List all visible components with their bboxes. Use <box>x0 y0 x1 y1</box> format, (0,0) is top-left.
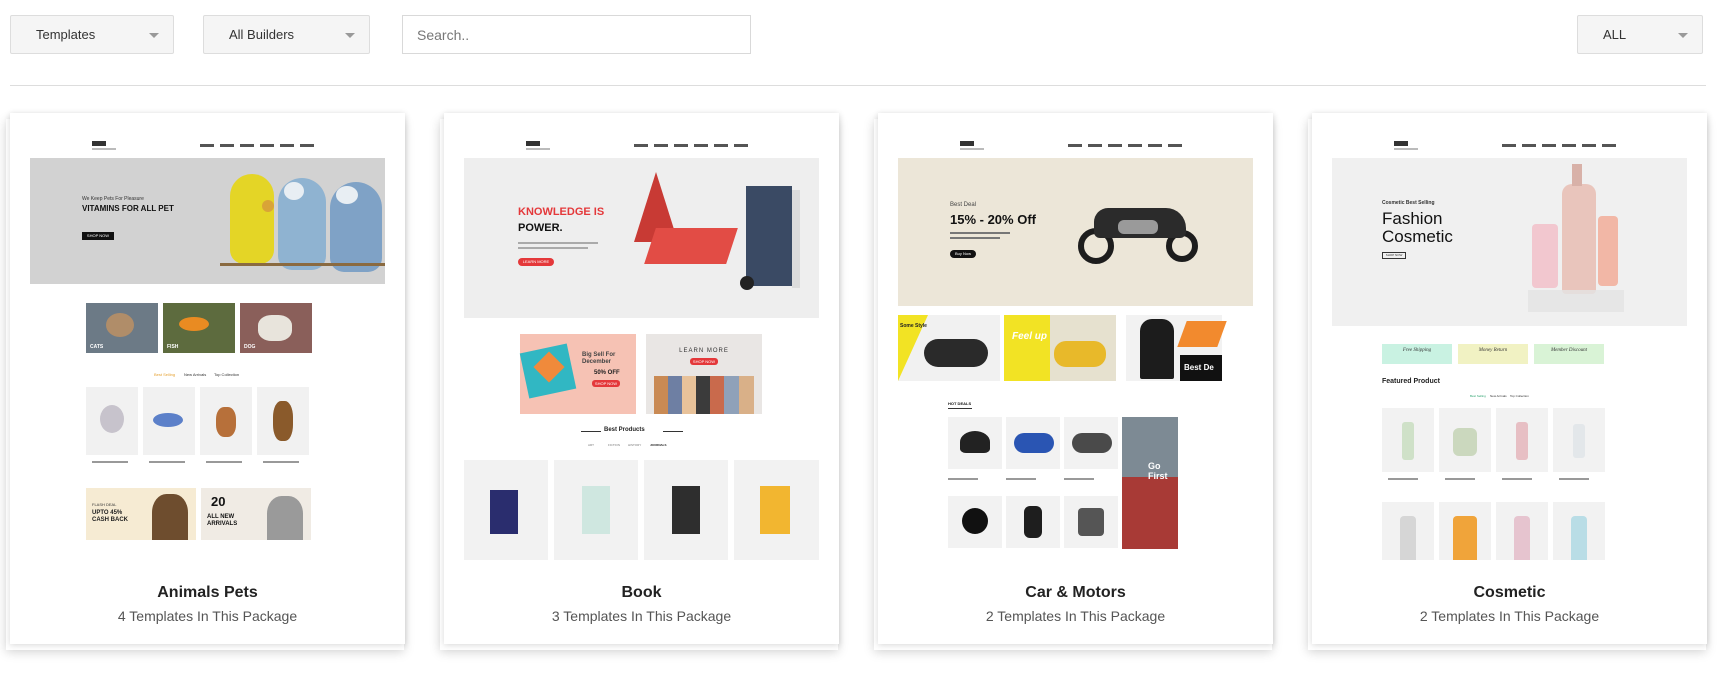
preview-product <box>1553 502 1605 560</box>
card-subtitle: 2 Templates In This Package <box>1419 608 1600 624</box>
preview-product <box>644 460 728 560</box>
preview-product <box>1382 408 1434 472</box>
template-preview: We Keep Pets For Pleasure VITAMINS FOR A… <box>30 138 385 560</box>
preview-banner: Some Style <box>898 315 1000 381</box>
card-subtitle: 2 Templates In This Package <box>985 608 1166 624</box>
template-card-animals-pets[interactable]: We Keep Pets For Pleasure VITAMINS FOR A… <box>6 113 405 650</box>
preview-product <box>948 417 1002 469</box>
preview-product <box>1064 417 1118 469</box>
preview-hero: Cosmetic Best Selling Fashion Cosmetic S… <box>1332 158 1687 326</box>
search-input[interactable] <box>402 15 751 54</box>
preview-nav <box>898 138 1253 158</box>
preview-product <box>734 460 819 560</box>
preview-product <box>1064 496 1118 548</box>
preview-product <box>257 387 309 455</box>
preview-banner: Big Sell For December 50% OFF SHOP NOW <box>519 334 636 414</box>
chevron-down-icon <box>149 33 159 38</box>
template-preview: Best Deal 15% - 20% Off Buy Now Some Sty… <box>898 138 1253 560</box>
card-body[interactable]: Best Deal 15% - 20% Off Buy Now Some Sty… <box>878 113 1273 644</box>
preview-feature-pill: Member Discount <box>1534 344 1604 364</box>
preview-side-banner: Go First <box>1122 417 1178 549</box>
toolbar-divider <box>10 85 1706 86</box>
card-title: Car & Motors <box>1025 584 1126 601</box>
preview-banner: LEARN MORE SHOP NOW <box>646 334 762 414</box>
preview-nav <box>30 138 385 158</box>
preview-feature-pill: Free Shipping <box>1382 344 1452 364</box>
category-filter-dropdown[interactable]: ALL <box>1577 15 1703 54</box>
preview-product <box>554 460 638 560</box>
preview-banner: 20 ALL NEW ARRIVALS <box>201 488 311 540</box>
category-filter-value: ALL <box>1603 27 1627 42</box>
chevron-down-icon <box>1678 33 1688 38</box>
preview-product <box>1439 502 1491 560</box>
builder-filter-value: All Builders <box>229 27 295 42</box>
preview-product <box>200 387 252 455</box>
chevron-down-icon <box>345 33 355 38</box>
preview-product <box>1439 408 1491 472</box>
type-filter-value: Templates <box>36 27 96 42</box>
preview-banner: Best De <box>1126 315 1227 381</box>
preview-hero: We Keep Pets For Pleasure VITAMINS FOR A… <box>30 158 385 284</box>
card-body[interactable]: KNOWLEDGE IS POWER. LEARN MORE Big Sell … <box>444 113 839 644</box>
builder-filter-dropdown[interactable]: All Builders <box>203 15 370 54</box>
preview-product <box>464 460 548 560</box>
preview-hero: Best Deal 15% - 20% Off Buy Now <box>898 158 1253 306</box>
preview-product <box>1382 502 1434 560</box>
template-preview: KNOWLEDGE IS POWER. LEARN MORE Big Sell … <box>464 138 819 560</box>
card-body[interactable]: Cosmetic Best Selling Fashion Cosmetic S… <box>1312 113 1707 644</box>
card-subtitle: 3 Templates In This Package <box>551 608 732 624</box>
type-filter-dropdown[interactable]: Templates <box>10 15 174 54</box>
preview-nav <box>1332 138 1687 158</box>
preview-product <box>1006 496 1060 548</box>
preview-banner: FLASH DEAL UPTO 45% CASH BACK <box>86 488 196 540</box>
preview-product <box>86 387 138 455</box>
preview-product <box>1553 408 1605 472</box>
preview-product <box>1006 417 1060 469</box>
preview-category-tile: CATS <box>86 303 158 353</box>
preview-category-tile: FISH <box>163 303 235 353</box>
card-body[interactable]: We Keep Pets For Pleasure VITAMINS FOR A… <box>10 113 405 644</box>
card-subtitle: 4 Templates In This Package <box>117 608 298 624</box>
preview-feature-pill: Money Return <box>1458 344 1528 364</box>
preview-banner: Feel up <box>1004 315 1116 381</box>
card-title: Animals Pets <box>157 584 258 601</box>
card-title: Cosmetic <box>1473 584 1546 601</box>
card-title: Book <box>621 584 662 601</box>
template-card-cosmetic[interactable]: Cosmetic Best Selling Fashion Cosmetic S… <box>1308 113 1707 650</box>
preview-product <box>143 387 195 455</box>
template-preview: Cosmetic Best Selling Fashion Cosmetic S… <box>1332 138 1687 560</box>
preview-product <box>948 496 1002 548</box>
template-card-book[interactable]: KNOWLEDGE IS POWER. LEARN MORE Big Sell … <box>440 113 839 650</box>
preview-product <box>1496 408 1548 472</box>
preview-product <box>1496 502 1548 560</box>
preview-category-tile: DOG <box>240 303 312 353</box>
preview-nav <box>464 138 819 158</box>
template-card-car-motors[interactable]: Best Deal 15% - 20% Off Buy Now Some Sty… <box>874 113 1273 650</box>
preview-hero: KNOWLEDGE IS POWER. LEARN MORE <box>464 158 819 318</box>
